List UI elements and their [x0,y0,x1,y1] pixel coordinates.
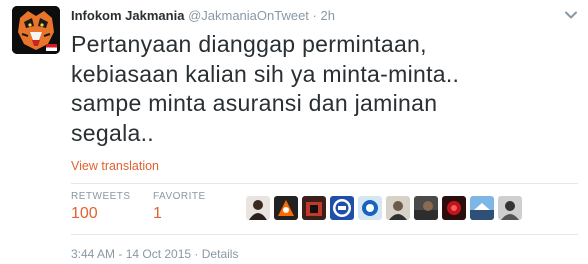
retweeter-avatar[interactable] [498,196,522,220]
retweeter-avatar[interactable] [302,196,326,220]
retweeter-avatar[interactable] [330,196,354,220]
tiger-logo-icon [12,6,60,54]
retweeter-avatar[interactable] [470,196,494,220]
chevron-down-icon[interactable] [564,8,578,22]
tweet-time[interactable]: 2h [321,8,335,23]
favorites-stat[interactable]: FAVORITE 1 [153,191,206,223]
retweeter-avatar[interactable] [442,196,466,220]
retweets-label: RETWEETS [71,191,131,202]
retweets-stat[interactable]: RETWEETS 100 [71,191,131,223]
retweeter-avatar[interactable] [414,196,438,220]
retweets-count: 100 [71,205,98,222]
tweet-footer: 3:44 AM - 14 Oct 2015 · Details [71,247,238,261]
stats-bottom-divider [71,234,578,235]
favorites-count: 1 [153,205,162,222]
retweeter-avatar[interactable] [386,196,410,220]
retweeter-avatars [246,196,522,220]
tweet-text: Pertanyaan dianggap permintaan, kebiasaa… [71,31,460,146]
footer-separator: · [194,247,199,261]
tweet-header: Infokom Jakmania @JakmaniaOnTweet · 2h [71,7,335,25]
display-name[interactable]: Infokom Jakmania [71,8,184,23]
stats-top-divider [71,183,578,184]
tweet-card: Infokom Jakmania @JakmaniaOnTweet · 2h P… [0,0,588,264]
view-translation-link[interactable]: View translation [71,159,159,173]
details-link[interactable]: Details [202,247,239,261]
header-separator: · [312,8,317,23]
retweeter-avatar[interactable] [358,196,382,220]
retweeter-avatar[interactable] [246,196,270,220]
profile-avatar[interactable] [12,6,60,54]
favorites-label: FAVORITE [153,191,206,202]
tweet-timestamp[interactable]: 3:44 AM - 14 Oct 2015 [71,247,191,261]
retweeter-avatar[interactable] [274,196,298,220]
username[interactable]: @JakmaniaOnTweet [188,8,309,23]
